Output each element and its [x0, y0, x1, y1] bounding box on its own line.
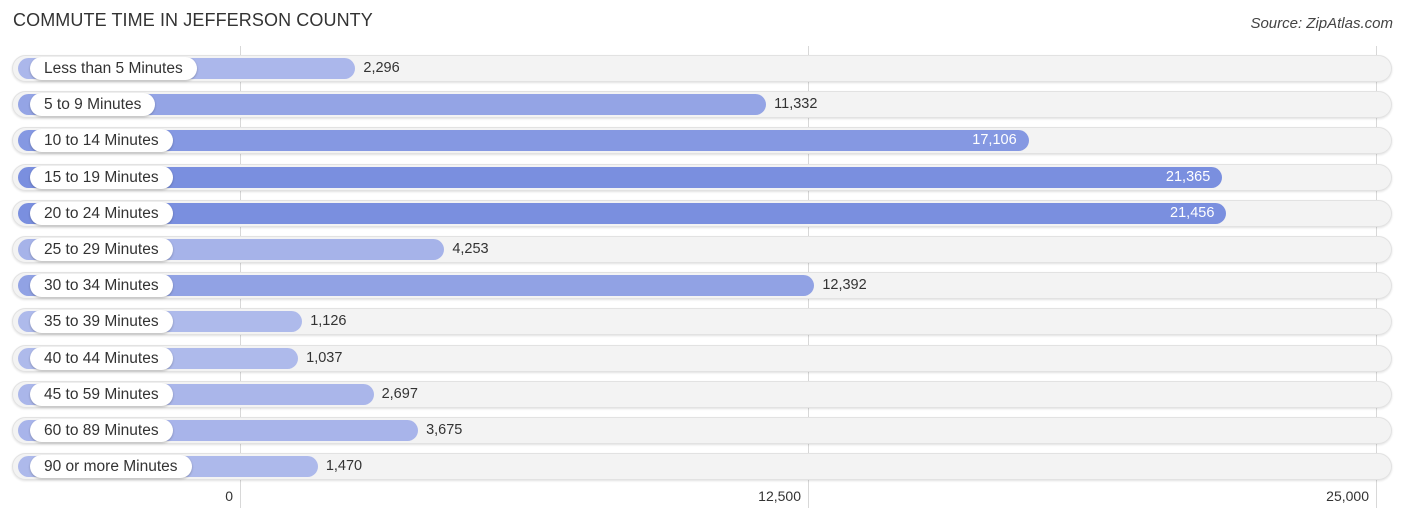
category-label: 30 to 34 Minutes	[30, 274, 173, 298]
value-label: 1,126	[310, 313, 347, 330]
bar-row: 20 to 24 Minutes 21,456	[12, 199, 1392, 227]
bar-row: 40 to 44 Minutes 1,037	[12, 344, 1392, 372]
value-label: 1,037	[306, 349, 343, 366]
category-label: 90 or more Minutes	[30, 455, 192, 479]
category-label: 20 to 24 Minutes	[30, 201, 173, 225]
category-label: 5 to 9 Minutes	[30, 93, 156, 117]
bar-row: 10 to 14 Minutes 17,106	[12, 127, 1392, 155]
bar-row: 25 to 29 Minutes 4,253	[12, 236, 1392, 263]
value-label: 2,697	[381, 385, 418, 402]
category-label: 60 to 89 Minutes	[30, 419, 173, 442]
category-label: Less than 5 Minutes	[30, 57, 197, 80]
category-label: 35 to 39 Minutes	[30, 310, 173, 334]
value-label: 4,253	[452, 241, 489, 257]
value-label: 3,675	[426, 422, 463, 438]
chart-title: COMMUTE TIME IN JEFFERSON COUNTY	[13, 10, 373, 30]
bar-row: 60 to 89 Minutes 3,675	[12, 417, 1392, 444]
bar-row: 35 to 39 Minutes 1,126	[12, 308, 1392, 336]
value-label: 2,296	[363, 60, 400, 76]
bar[interactable]	[18, 166, 1223, 188]
bar-row: 90 or more Minutes 1,470	[12, 453, 1392, 481]
bar-row: 5 to 9 Minutes 11,332	[12, 91, 1392, 119]
category-label: 25 to 29 Minutes	[30, 238, 173, 261]
category-label: 40 to 44 Minutes	[30, 346, 173, 370]
bar-row: 45 to 59 Minutes 2,697	[12, 380, 1392, 408]
value-label: 21,456	[1170, 204, 1215, 221]
bar-row: Less than 5 Minutes 2,296	[12, 55, 1392, 82]
source-label: Source: ZipAtlas.com	[1250, 15, 1393, 32]
value-label: 21,365	[1165, 168, 1211, 185]
category-label: 15 to 19 Minutes	[30, 165, 173, 189]
value-label: 1,470	[325, 458, 363, 475]
category-label: 45 to 59 Minutes	[30, 382, 173, 406]
value-label: 11,332	[774, 96, 818, 113]
bar-row: 15 to 19 Minutes 21,365	[12, 163, 1392, 191]
category-label: 10 to 14 Minutes	[30, 129, 173, 153]
value-label: 17,106	[972, 132, 1017, 149]
bar-row: 30 to 34 Minutes 12,392	[12, 272, 1392, 300]
x-tick-label: 12,500	[758, 488, 801, 504]
x-tick-label: 25,000	[1326, 488, 1369, 504]
value-label: 12,392	[822, 277, 867, 294]
bar[interactable]	[18, 202, 1227, 224]
x-tick-label: 0	[225, 488, 233, 504]
